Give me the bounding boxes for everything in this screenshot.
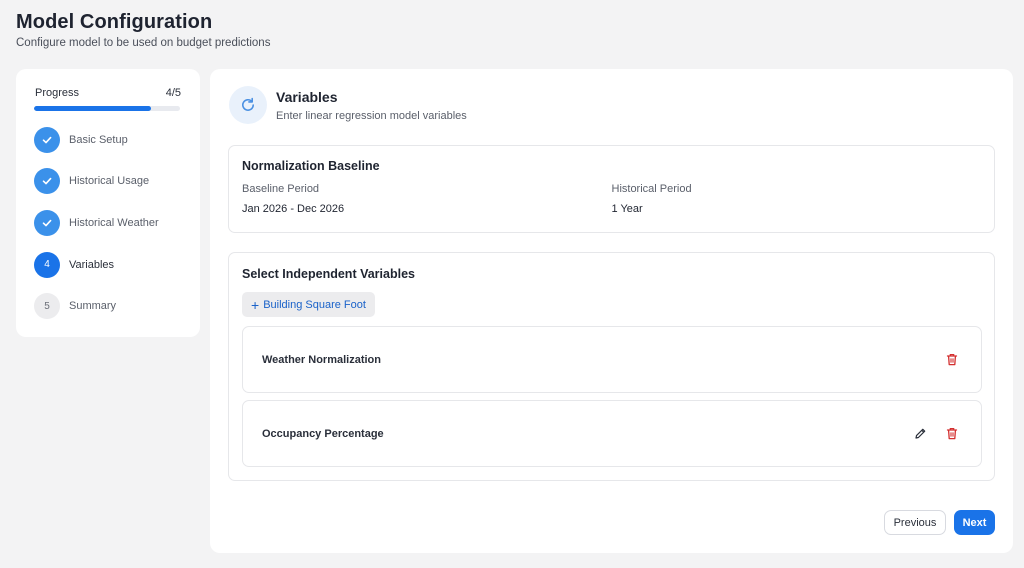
- independent-variables-panel: Select Independent Variables + Building …: [228, 252, 995, 481]
- step-number: 4: [34, 251, 60, 278]
- step-label: Historical Weather: [69, 216, 159, 229]
- panel-title: Select Independent Variables: [242, 267, 415, 281]
- check-icon: [34, 209, 60, 236]
- step-historical-usage[interactable]: Historical Usage: [34, 161, 182, 203]
- progress-count: 4/5: [165, 87, 181, 99]
- step-summary[interactable]: 5 Summary: [34, 285, 182, 327]
- check-icon: [34, 168, 60, 195]
- page-header: Model Configuration Configure model to b…: [16, 11, 270, 49]
- step-basic-setup[interactable]: Basic Setup: [34, 119, 182, 161]
- baseline-period-label: Baseline Period: [242, 183, 320, 195]
- add-variable-label: Building Square Foot: [263, 298, 366, 311]
- trash-icon[interactable]: [942, 424, 962, 444]
- trash-icon[interactable]: [942, 350, 962, 370]
- stepper-sidebar: Progress 4/5 Basic Setup Historical Usag…: [16, 69, 200, 337]
- section-subtitle: Enter linear regression model variables: [276, 109, 467, 122]
- historical-period-value: 1 Year: [611, 203, 643, 215]
- step-variables[interactable]: 4 Variables: [34, 244, 182, 286]
- normalization-baseline-panel: Normalization Baseline Baseline Period J…: [228, 145, 995, 233]
- progress-header: Progress 4/5: [34, 87, 182, 99]
- pencil-icon[interactable]: [910, 424, 930, 444]
- variable-row: Weather Normalization: [242, 326, 982, 393]
- baseline-period: Baseline Period Jan 2026 - Dec 2026: [242, 183, 612, 215]
- progress-bar: [34, 106, 180, 111]
- historical-period: Historical Period 1 Year: [612, 183, 982, 215]
- previous-button[interactable]: Previous: [884, 510, 946, 535]
- step-label: Variables: [69, 258, 115, 271]
- baseline-period-value: Jan 2026 - Dec 2026: [242, 203, 345, 215]
- step-label: Summary: [69, 300, 117, 313]
- plus-icon: +: [251, 296, 260, 313]
- next-button[interactable]: Next: [954, 510, 995, 535]
- step-label: Historical Usage: [69, 175, 150, 188]
- variable-row: Occupancy Percentage: [242, 400, 982, 467]
- panel-title: Normalization Baseline: [242, 159, 380, 173]
- historical-period-label: Historical Period: [611, 183, 692, 195]
- variable-name: Weather Normalization: [262, 353, 381, 366]
- progress-bar-fill: [34, 106, 151, 111]
- main-panel: Variables Enter linear regression model …: [210, 69, 1013, 553]
- check-icon: [34, 126, 60, 153]
- step-number: 5: [34, 293, 60, 320]
- refresh-icon: [229, 86, 267, 124]
- page-title: Model Configuration: [16, 11, 213, 33]
- step-list: Basic Setup Historical Usage Historical …: [34, 119, 182, 327]
- page-subtitle: Configure model to be used on budget pre…: [16, 37, 271, 49]
- progress-label: Progress: [35, 87, 80, 99]
- add-variable-button[interactable]: + Building Square Foot: [242, 292, 375, 317]
- step-historical-weather[interactable]: Historical Weather: [34, 202, 182, 244]
- section-header: Variables Enter linear regression model …: [229, 86, 467, 124]
- step-label: Basic Setup: [69, 133, 128, 146]
- variable-name: Occupancy Percentage: [262, 427, 384, 440]
- section-title: Variables: [276, 88, 338, 105]
